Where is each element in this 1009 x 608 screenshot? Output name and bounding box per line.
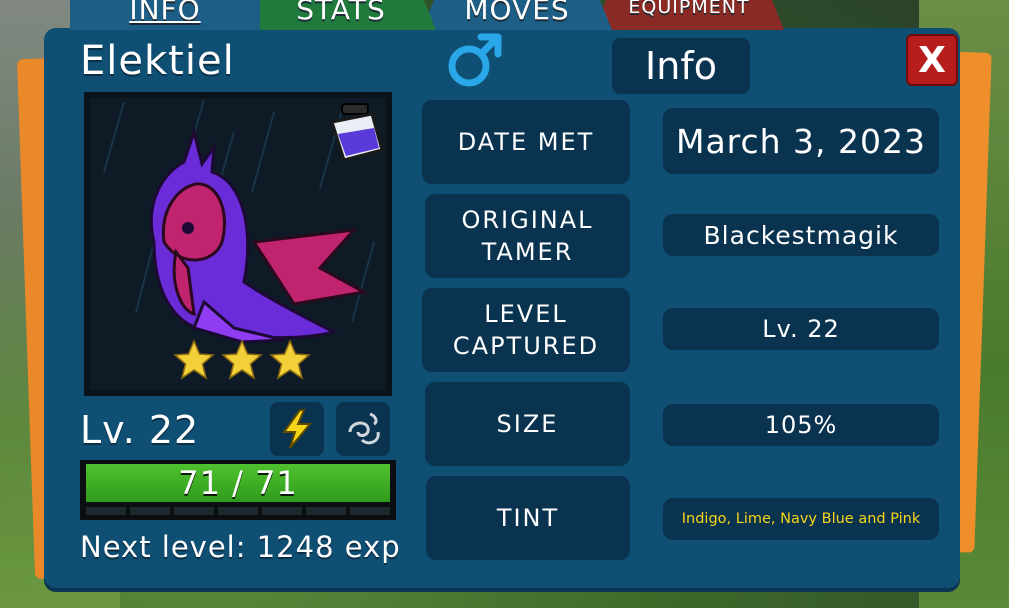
wind-swirl-icon	[348, 412, 380, 445]
panel-title: Info	[612, 38, 750, 94]
tab-info[interactable]: INFO	[70, 0, 260, 30]
info-value-original-tamer: Blackestmagik	[663, 214, 939, 256]
star-icon	[173, 339, 215, 380]
info-value-level-captured: Lv. 22	[663, 308, 939, 350]
info-value-size: 105%	[663, 404, 939, 446]
close-button[interactable]: X	[906, 34, 958, 86]
creature-name: Elektiel	[80, 38, 235, 84]
info-label-date-met: DATE MET	[422, 100, 630, 184]
star-icon	[269, 339, 311, 380]
next-level-exp: Next level: 1248 exp	[80, 530, 401, 564]
creature-level: Lv. 22	[80, 408, 200, 452]
type-wind-button[interactable]	[336, 402, 390, 456]
info-label-tint: TINT	[426, 476, 630, 560]
potion-jar-icon	[330, 103, 384, 162]
hp-text: 71 / 71	[178, 464, 298, 502]
info-label-size: SIZE	[425, 382, 630, 466]
rarity-stars	[172, 338, 312, 382]
tab-equipment[interactable]: EQUIPMENT	[594, 0, 784, 30]
tab-bar: EQUIPMENT MOVES STATS INFO	[70, 0, 790, 32]
info-value-tint: Indigo, Lime, Navy Blue and Pink	[663, 498, 939, 540]
male-symbol-icon	[448, 33, 502, 87]
info-value-date-met: March 3, 2023	[663, 108, 939, 174]
electric-bolt-icon	[282, 409, 313, 449]
hp-bar: 71 / 71	[80, 460, 396, 520]
hp-bar-trim	[86, 507, 390, 515]
star-icon	[221, 339, 263, 380]
tab-stats[interactable]: STATS	[246, 0, 436, 30]
tab-moves[interactable]: MOVES	[422, 0, 612, 30]
info-label-level-captured: LEVEL CAPTURED	[422, 288, 630, 372]
type-electric-button[interactable]	[270, 402, 324, 456]
info-label-original-tamer: ORIGINAL TAMER	[425, 194, 630, 278]
